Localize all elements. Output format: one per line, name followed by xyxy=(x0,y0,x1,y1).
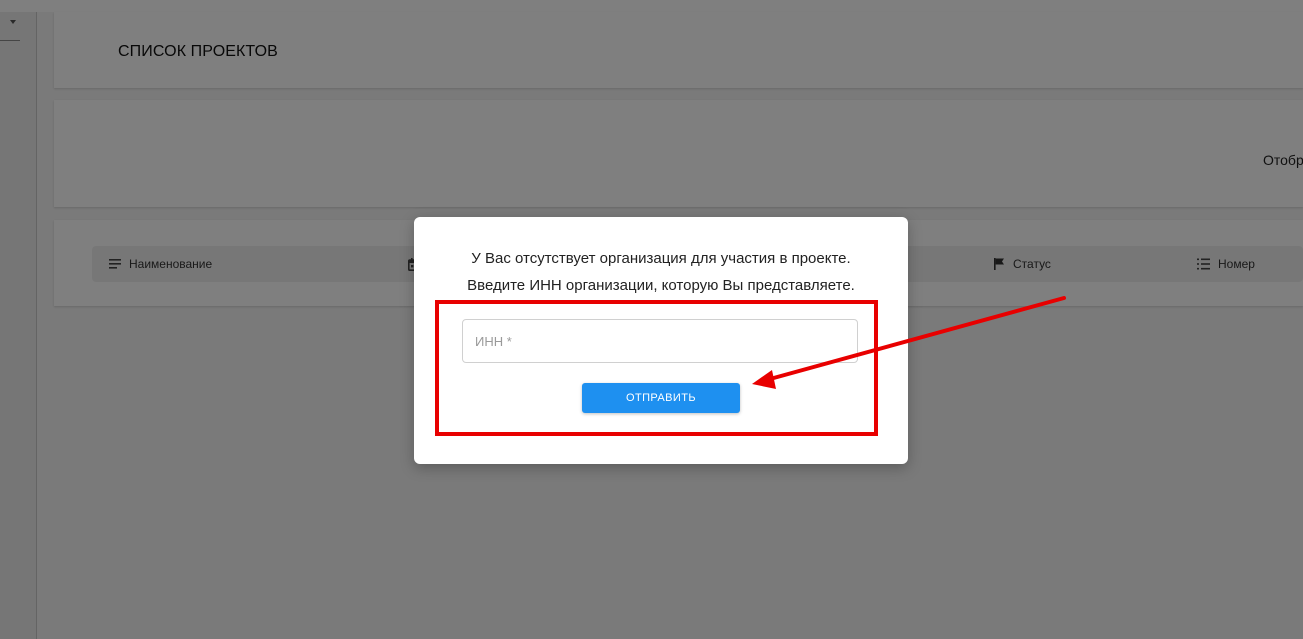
annotation-arrow xyxy=(752,296,1066,389)
